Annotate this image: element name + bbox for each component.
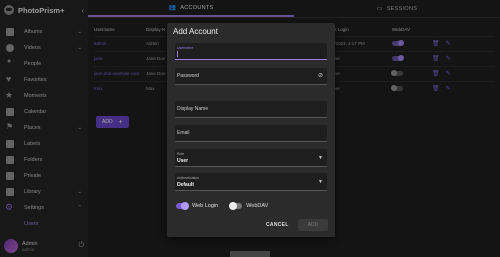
authentication-value: Default: [177, 182, 194, 188]
cancel-button[interactable]: CANCEL: [266, 222, 289, 228]
role-label: Role: [177, 152, 185, 156]
display-name-field[interactable]: Display Name: [175, 101, 327, 118]
webdav-toggle[interactable]: [229, 202, 243, 210]
authentication-select[interactable]: Authentication Default ▼: [175, 173, 327, 191]
web-login-toggle[interactable]: [176, 202, 189, 210]
authentication-label: Authentication: [177, 176, 200, 180]
username-label: Username: [177, 46, 194, 50]
username-field[interactable]: Username: [175, 43, 327, 60]
dialog-switches: Web Login WebDAV: [176, 202, 280, 210]
visibility-off-icon[interactable]: ⊘: [318, 72, 323, 79]
dropdown-arrow-icon: ▼: [318, 155, 323, 161]
email-placeholder: Email: [177, 130, 190, 136]
web-login-label: Web Login: [192, 203, 219, 209]
display-name-placeholder: Display Name: [177, 106, 209, 112]
text-caret: [177, 51, 178, 57]
role-value: User: [177, 158, 189, 164]
role-select[interactable]: Role User ▼: [175, 149, 327, 167]
webdav-label: WebDAV: [246, 203, 269, 209]
dialog-add-button[interactable]: ADD: [298, 219, 328, 231]
dialog-title: Add Account: [173, 27, 218, 36]
password-placeholder: Password: [177, 73, 199, 79]
email-field[interactable]: Email: [175, 125, 327, 142]
footer-strip: [230, 251, 270, 257]
dropdown-arrow-icon: ▼: [318, 179, 323, 185]
password-field[interactable]: Password ⊘: [175, 68, 327, 85]
